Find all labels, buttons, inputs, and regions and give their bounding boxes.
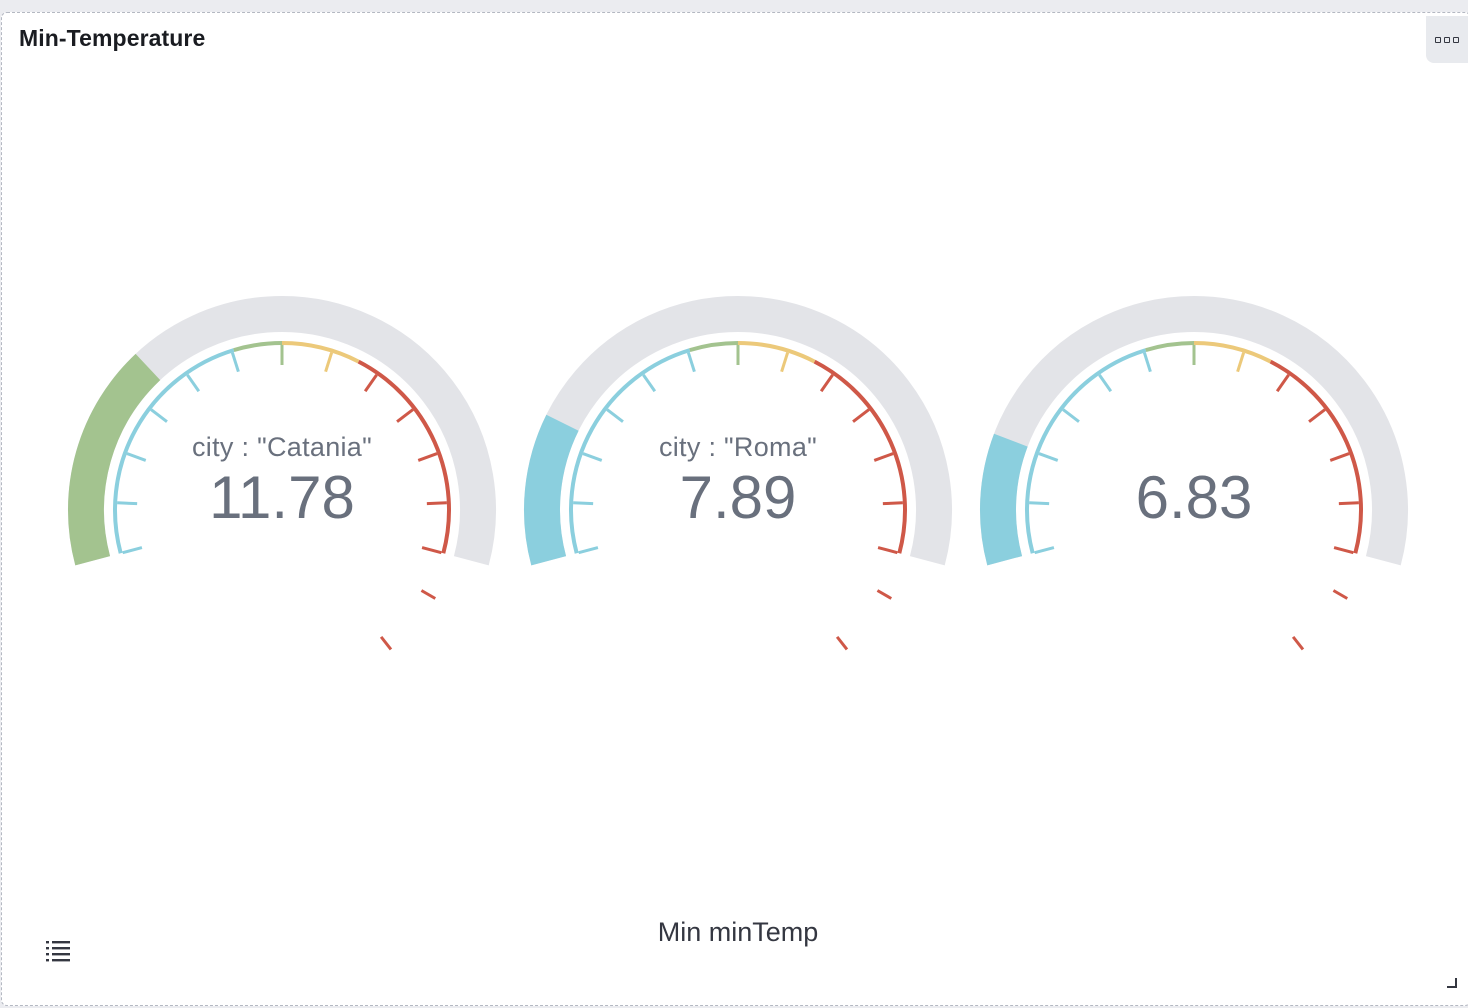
gauge-range-band [1145, 341, 1195, 353]
gauge-tick [230, 352, 240, 373]
gauge-tick [1142, 352, 1152, 373]
gauge-tick [1275, 373, 1290, 393]
gauge-tick [1291, 635, 1305, 651]
gauge-tick [686, 352, 696, 373]
list-icon[interactable] [45, 939, 71, 963]
x-axis-label: Min minTemp [657, 917, 819, 947]
gauge-value-roma: 7.89 [679, 464, 797, 531]
gauge-range-band [281, 341, 360, 364]
gauge-tick [1236, 352, 1246, 373]
gauge-tick [150, 408, 168, 423]
gauge-range-band [689, 341, 739, 353]
gauge-tick [420, 589, 437, 600]
gauge-tick [1333, 546, 1354, 555]
gauge-tick [1034, 546, 1055, 555]
gauge-tick [578, 546, 599, 555]
gauge-tick [1308, 408, 1326, 423]
gauge-value-arc [980, 433, 1028, 566]
gauge-tick [876, 589, 893, 600]
gauge-tick [1332, 589, 1349, 600]
gauge-tick [379, 635, 393, 651]
gauge-tick [819, 373, 834, 393]
gauge-tick [606, 408, 624, 423]
gauge-tick [363, 373, 378, 393]
gauge-tick [1038, 452, 1059, 462]
gauge-label-catania: city : "Catania" [191, 432, 373, 462]
gauge-range-band [737, 341, 816, 364]
gauge-tick [780, 352, 790, 373]
gauge-tick [421, 546, 442, 555]
gauge-tick [122, 546, 143, 555]
gauge-tick [396, 408, 414, 423]
gauge-tick [1098, 373, 1113, 393]
gauge-value-third: 6.83 [1135, 464, 1253, 531]
gauge-tick [642, 373, 657, 393]
gauge-label-roma: city : "Roma" [658, 432, 818, 462]
gauge-range-band [1193, 341, 1272, 364]
gauge-tick [852, 408, 870, 423]
gauge-tick [1062, 408, 1080, 423]
gauge-value-catania: 11.78 [209, 464, 355, 531]
gauge-tick [186, 373, 201, 393]
gauge-range-band [233, 341, 283, 353]
gauge-tick [1329, 452, 1350, 462]
gauge-tick [835, 635, 849, 651]
gauge-tick [877, 546, 898, 555]
resize-corner-icon[interactable] [1447, 978, 1457, 988]
gauge-tick [324, 352, 334, 373]
